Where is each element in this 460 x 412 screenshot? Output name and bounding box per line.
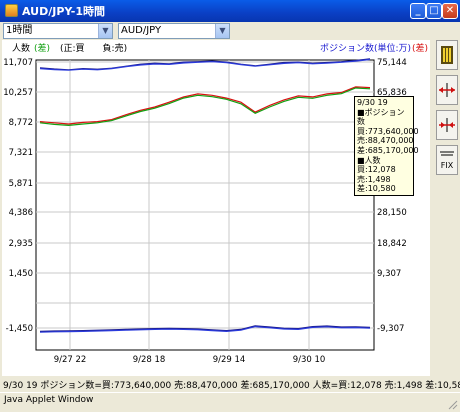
tooltip-line: 買:12,078	[357, 165, 396, 175]
x-tick-label: 9/30 10	[293, 355, 326, 365]
left-tick-label: 4,386	[9, 208, 33, 218]
left-tick-label: -1,450	[6, 324, 33, 334]
right-tick-label: 18,842	[377, 239, 407, 249]
zoom-in-button[interactable]	[436, 110, 458, 140]
left-tick-label: 5,871	[9, 179, 33, 189]
left-tick-label: 10,257	[3, 88, 33, 98]
minimize-button[interactable]: _	[410, 3, 426, 19]
left-tick-label: 11,707	[3, 58, 33, 68]
left-tick-label: 8,772	[9, 118, 33, 128]
interval-value: 1時間	[6, 25, 33, 36]
left-tick-label: 1,450	[9, 269, 33, 279]
window-title: AUD/JPY-1時間	[22, 5, 105, 18]
tooltip-line: ■ポジション数	[357, 107, 405, 127]
data-tooltip: 9/30 19 ■ポジション数 買:773,640,000 売:88,470,000 差…	[354, 96, 419, 196]
status-bar: 9/30 19 ポジション数=買:773,640,000 売:88,470,00…	[3, 381, 460, 391]
x-tick-label: 9/27 22	[54, 355, 87, 365]
zoom-in-horizontal-icon	[439, 118, 455, 132]
right-tick-label: 75,144	[377, 58, 407, 68]
app-icon	[5, 4, 18, 17]
chevron-down-icon[interactable]: ▼	[215, 24, 229, 38]
tooltip-line: 買:773,640,000	[357, 126, 419, 136]
zoom-out-button[interactable]	[436, 75, 458, 105]
tooltip-line: 売:1,498	[357, 174, 391, 184]
right-tick-label: 9,307	[377, 269, 401, 279]
zoom-out-horizontal-icon	[439, 83, 455, 97]
left-tick-label: 2,935	[9, 239, 33, 249]
close-button[interactable]: ✕	[442, 3, 458, 19]
right-tick-label: 28,150	[377, 208, 407, 218]
tooltip-line: 売:88,470,000	[357, 136, 414, 146]
tooltip-line: 差:10,580	[357, 184, 396, 194]
plot-frame	[35, 59, 375, 351]
interval-select[interactable]: 1時間 ▼	[3, 23, 113, 39]
chart-toggle-icon	[441, 46, 453, 64]
fix-label: FIX	[441, 161, 454, 170]
tooltip-line: 9/30 19	[357, 98, 388, 107]
tooltip-line: 差:685,170,000	[357, 145, 419, 155]
chart-toggle-button[interactable]	[436, 40, 458, 70]
tooltip-line: ■人数	[357, 155, 381, 165]
maximize-button[interactable]: □	[426, 3, 442, 19]
fix-icon: FIX	[440, 151, 454, 170]
right-tick-label: -9,307	[377, 324, 404, 334]
symbol-value: AUD/JPY	[121, 25, 162, 36]
symbol-select[interactable]: AUD/JPY ▼	[118, 23, 230, 39]
left-tick-label: 7,321	[9, 148, 33, 158]
chart-panel[interactable]: 人数 (差) (正:買 負:売) ポジション数(単位:万) (差) 11,707…	[2, 40, 430, 376]
x-tick-label: 9/29 14	[213, 355, 246, 365]
chevron-down-icon[interactable]: ▼	[98, 24, 112, 38]
x-tick-label: 9/28 18	[133, 355, 166, 365]
fix-button[interactable]: FIX	[436, 145, 458, 175]
chart-plot[interactable]: 11,707 10,257 8,772 7,321 5,871 4,386 2,935 1,4…	[2, 40, 430, 376]
resize-grip-icon[interactable]	[446, 398, 458, 410]
java-applet-label: Java Applet Window	[4, 395, 94, 405]
